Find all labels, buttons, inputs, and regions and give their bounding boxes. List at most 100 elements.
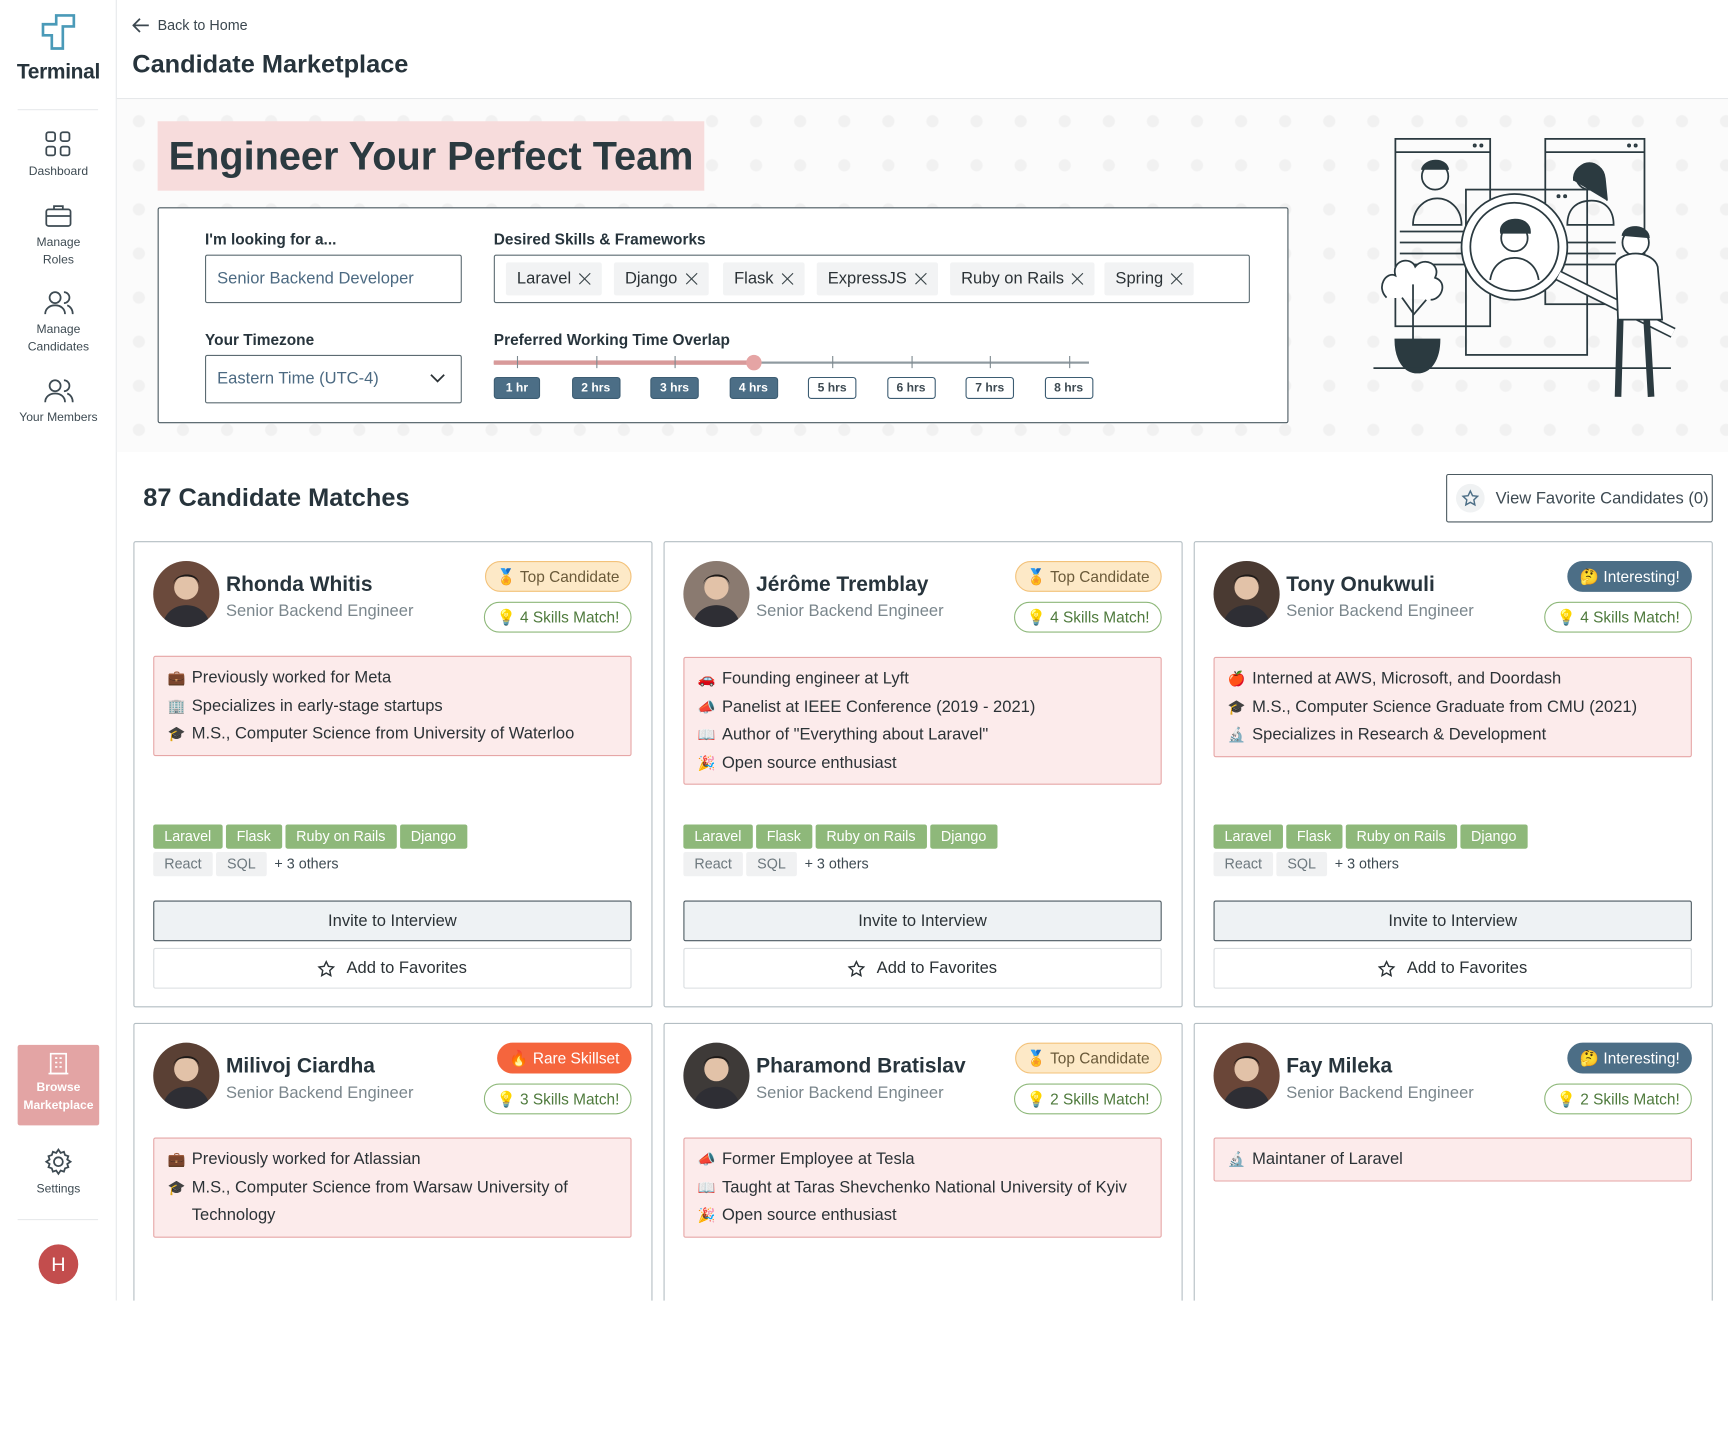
skill-chip[interactable]: Ruby on Rails [950,262,1095,296]
skill-chip[interactable]: Flask [723,262,805,296]
overlap-slider[interactable] [493,354,1089,371]
invite-to-interview-button[interactable]: Invite to Interview [683,900,1162,942]
highlight-text: M.S., Computer Science Graduate from CMU… [1252,697,1638,716]
highlight-emoji-icon: 🔬 [1227,726,1246,743]
chevron-down-icon [430,374,445,383]
highlight-text: Founding engineer at Lyft [721,669,909,688]
candidate-card[interactable]: Fay Mileka Senior Backend Engineer 🤔 Inter… [1193,1022,1713,1301]
close-icon[interactable] [780,271,795,286]
page-title: Candidate Marketplace [132,49,409,79]
candidate-badge: 🤔 Interesting! [1567,1042,1692,1074]
candidate-card[interactable]: Tony Onukwuli Senior Backend Engineer 🤔 In… [1193,541,1713,1008]
overlap-option-button[interactable]: 7 hrs [965,376,1015,399]
close-icon[interactable] [1170,271,1185,286]
skill-chip[interactable]: Django [613,262,709,296]
skill-chip[interactable]: Laravel [505,262,603,296]
sidebar-item-manage-candidates[interactable]: Manage Candidates [0,290,117,356]
add-to-favorites-button[interactable]: Add to Favorites [1213,947,1692,989]
close-icon[interactable] [684,271,699,286]
candidate-role: Senior Backend Engineer [1286,1083,1474,1103]
add-to-favorites-button[interactable]: Add to Favorites [683,947,1162,989]
highlight-text: Maintaner of Laravel [1252,1149,1403,1169]
skills-input[interactable]: Laravel Django Flask ExpressJS Ruby on R… [493,254,1250,304]
candidate-card[interactable]: Jérôme Tremblay Senior Backend Engineer 🏅 … [663,541,1183,1008]
candidate-name[interactable]: Fay Mileka [1286,1055,1392,1079]
candidate-badge: 🔥 Rare Skillset [497,1042,632,1074]
matched-skill-tag: Laravel [1213,824,1283,849]
slider-tick [516,356,519,369]
highlight-emoji-icon: 📖 [697,1178,716,1196]
skill-chip-label: Flask [734,268,774,288]
overlap-option-button[interactable]: 3 hrs [650,376,699,399]
matched-skill-tag: Django [929,824,998,849]
highlight-item: 📣 Former Employee at Tesla [698,1145,1148,1173]
highlight-item: 📖 Taught at Taras Shevchenko National Uni… [698,1173,1148,1201]
user-avatar[interactable]: H [38,1244,79,1285]
skill-tags: Laravel Flask Ruby on Rails Django React SQL +… [683,824,1168,879]
candidate-card[interactable]: Milivoj Ciardha Senior Backend Engineer 🔥 … [133,1022,653,1301]
sidebar-item-manage-roles[interactable]: Manage Roles [0,203,117,269]
candidate-highlights: 🔬 Maintaner of Laravel [1213,1137,1692,1182]
highlight-item: 🚗 Founding engineer at Lyft [698,665,1148,693]
back-to-home-link[interactable]: Back to Home [132,17,248,33]
close-icon[interactable] [1071,271,1086,286]
highlight-item: 🎓 M.S., Computer Science from University … [168,720,618,748]
matched-skill-tag: Flask [225,824,282,849]
candidate-card[interactable]: Pharamond Bratislav Senior Backend Engine… [663,1022,1183,1301]
sidebar-item-label: Browse Marketplace [23,1081,94,1113]
other-skill-tag: React [683,852,743,877]
view-favorites-button[interactable]: View Favorite Candidates (0) [1446,473,1713,523]
matched-skill-tag: Laravel [153,824,223,849]
highlight-emoji-icon: 📣 [697,1150,716,1168]
add-to-favorites-label: Add to Favorites [1406,958,1528,978]
sidebar-item-browse-marketplace[interactable]: Browse Marketplace [17,1044,100,1126]
highlight-text: Open source enthusiast [721,753,897,773]
candidate-name[interactable]: Milivoj Ciardha [226,1055,375,1079]
candidate-highlights: 📣 Former Employee at Tesla 📖 Taught at Tara… [683,1137,1162,1238]
invite-to-interview-button[interactable]: Invite to Interview [153,900,632,942]
star-icon [848,959,866,977]
role-input[interactable]: Senior Backend Developer [205,254,462,304]
skill-chip[interactable]: Spring [1104,262,1195,296]
more-skills-label[interactable]: + 3 others [270,852,343,876]
slider-handle[interactable] [745,354,762,371]
overlap-option-button[interactable]: 8 hrs [1044,376,1093,399]
highlight-emoji-icon: 🎓 [167,725,186,742]
candidate-name[interactable]: Tony Onukwuli [1286,573,1435,597]
candidate-name[interactable]: Jérôme Tremblay [756,573,928,597]
other-skill-tag: React [153,852,213,877]
candidate-highlights: 🍎 Interned at AWS, Microsoft, and Doordas… [1213,656,1692,757]
more-skills-label[interactable]: + 3 others [800,852,873,876]
add-to-favorites-button[interactable]: Add to Favorites [153,947,632,989]
matched-skill-tag: Flask [1285,824,1343,849]
highlight-text: Former Employee at Tesla [721,1149,915,1169]
candidate-name[interactable]: Pharamond Bratislav [756,1055,966,1079]
slider-tick [595,356,597,369]
overlap-option-button[interactable]: 6 hrs [886,376,936,399]
highlight-text: Previously worked for Atlassian [191,1149,421,1169]
sidebar-item-settings[interactable]: Settings [0,1147,117,1198]
skills-match-badge: 💡 3 Skills Match! [484,1083,632,1115]
highlight-emoji-icon: 🎓 [167,1178,186,1196]
highlight-emoji-icon: 🚗 [697,670,716,687]
close-icon[interactable] [913,271,928,286]
overlap-option-button[interactable]: 4 hrs [729,376,778,399]
add-to-favorites-label: Add to Favorites [346,958,467,978]
candidate-card[interactable]: Rhonda Whitis Senior Backend Engineer 🏅 To… [133,541,653,1008]
more-skills-label[interactable]: + 3 others [1330,852,1403,876]
invite-to-interview-button[interactable]: Invite to Interview [1213,900,1692,942]
candidate-name[interactable]: Rhonda Whitis [226,573,373,597]
overlap-option-button[interactable]: 2 hrs [571,376,620,399]
candidate-role: Senior Backend Engineer [225,1083,414,1103]
timezone-select[interactable]: Eastern Time (UTC-4) [205,354,462,404]
close-icon[interactable] [578,271,593,286]
skill-chip[interactable]: ExpressJS [816,262,938,296]
overlap-option-button[interactable]: 5 hrs [807,376,857,399]
sidebar-item-dashboard[interactable]: Dashboard [0,130,117,181]
skills-match-badge: 💡 4 Skills Match! [1014,601,1162,633]
highlight-item: 📣 Panelist at IEEE Conference (2019 - 202… [698,693,1148,721]
sidebar-item-your-members[interactable]: Your Members [0,378,117,426]
highlight-item: 🏢 Specializes in early-stage startups [168,692,618,720]
candidate-role: Senior Backend Engineer [1286,601,1474,621]
overlap-option-button[interactable]: 1 hr [493,376,541,399]
